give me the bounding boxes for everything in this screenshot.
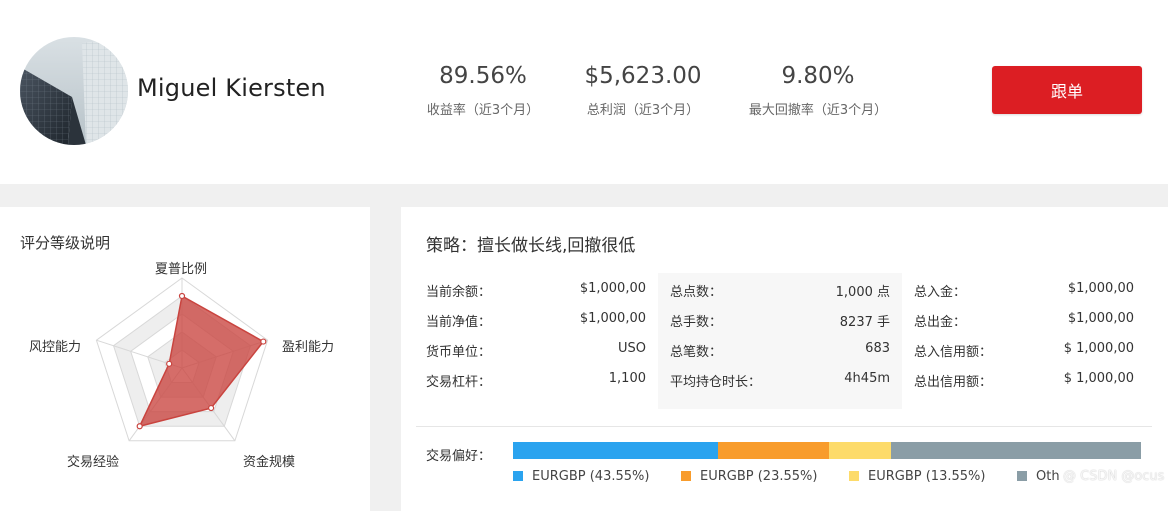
follow-trade-button[interactable]: 跟单 — [992, 66, 1142, 114]
radar-label-sharpe: 夏普比例 — [155, 262, 208, 277]
stat-val: 1,000 点 — [835, 285, 890, 300]
stat-value: 9.80% — [781, 63, 855, 89]
stat-return-rate: 89.56% 收益率（近3个月） — [418, 62, 548, 118]
legend-text: Oth — [1036, 469, 1060, 484]
legend-item: Oth — [1017, 469, 1060, 484]
stat-row: 交易杠杆： 1,100 — [426, 363, 646, 393]
stat-value: 89.56% — [439, 63, 527, 89]
divider — [416, 426, 1152, 427]
account-stats-col3: 总入金： $1,000,00 总出金： $1,000,00 总入信用额： $ 1,00… — [914, 273, 1134, 409]
trader-header-card: Miguel Kiersten 89.56% 收益率（近3个月） $5,623.… — [0, 0, 1168, 184]
preference-label: 交易偏好： — [426, 449, 492, 464]
stat-key: 货币单位： — [426, 345, 492, 360]
strategy-title: 策略：擅长做长线,回撤很低 — [426, 236, 636, 256]
stat-row: 总笔数： 683 — [670, 333, 890, 363]
stat-max-drawdown: 9.80% 最大回撤率（近3个月） — [738, 62, 898, 118]
stat-total-profit: $5,623.00 总利润（近3个月） — [578, 62, 708, 118]
preference-segment[interactable] — [828, 442, 891, 459]
avatar[interactable] — [20, 37, 128, 145]
preference-segment[interactable] — [890, 442, 1141, 459]
account-stats-col2: 总点数： 1,000 点 总手数： 8237 手 总笔数： 683 平均持仓时长： 4h… — [658, 273, 902, 409]
stat-key: 总笔数： — [670, 345, 723, 360]
stat-key: 当前净值： — [426, 315, 492, 330]
stat-val: $1,000,00 — [1067, 281, 1134, 296]
stat-row: 平均持仓时长： 4h45m — [670, 363, 890, 393]
stat-value: $5,623.00 — [584, 63, 702, 89]
stat-val: $ 1,000,00 — [1063, 341, 1134, 356]
stat-val: USO — [618, 341, 646, 356]
legend-swatch — [513, 471, 523, 481]
stat-row: 总手数： 8237 手 — [670, 303, 890, 333]
stat-row: 当前余额： $1,000,00 — [426, 273, 646, 303]
rating-card: 评分等级说明 夏普比例 盈利能力 资金规模 交易经验 风控能力 — [0, 207, 370, 511]
stat-label: 最大回撤率（近3个月） — [748, 103, 888, 118]
building-photo-avatar — [20, 37, 128, 145]
radar-point — [136, 423, 143, 430]
stat-row: 总出金： $1,000,00 — [914, 303, 1134, 333]
stat-label: 总利润（近3个月） — [586, 103, 700, 118]
radar-label-fund-size: 资金规模 — [243, 455, 296, 470]
stat-row: 总点数： 1,000 点 — [670, 273, 890, 303]
stat-key: 总入信用额： — [914, 345, 993, 360]
radar-label-experience: 交易经验 — [67, 455, 120, 470]
account-stats-col1: 当前余额： $1,000,00 当前净值： $1,000,00 货币单位： USO 交… — [426, 273, 646, 409]
radar-point — [166, 360, 173, 367]
radar-label-risk-control: 风控能力 — [29, 340, 82, 355]
stat-val: 683 — [865, 341, 890, 356]
legend-text: EURGBP (43.55%) — [532, 469, 650, 484]
stat-row: 总出信用额： $ 1,000,00 — [914, 363, 1134, 393]
stat-key: 总手数： — [670, 315, 723, 330]
stat-key: 总入金： — [914, 285, 967, 300]
stat-val: $1,000,00 — [1067, 311, 1134, 326]
stat-label: 收益率（近3个月） — [426, 103, 540, 118]
legend-item: EURGBP (13.55%) — [849, 469, 985, 484]
preference-segment[interactable] — [513, 442, 719, 459]
stat-val: $1,000,00 — [579, 281, 646, 296]
radar-point — [178, 292, 186, 300]
stat-key: 当前余额： — [426, 285, 492, 300]
legend-item: EURGBP (43.55%) — [513, 469, 649, 484]
stat-val: 8237 手 — [839, 315, 890, 330]
stat-key: 总出金： — [914, 315, 967, 330]
stat-row: 总入信用额： $ 1,000,00 — [914, 333, 1134, 363]
radar-label-profitability: 盈利能力 — [282, 340, 335, 355]
legend-swatch — [1017, 471, 1027, 481]
legend-swatch — [681, 471, 691, 481]
preference-bar — [513, 442, 1141, 459]
radar-point — [260, 338, 267, 345]
stat-val: 4h45m — [844, 371, 890, 386]
radar-point — [207, 404, 215, 412]
stat-key: 平均持仓时长： — [670, 375, 762, 390]
preference-segment[interactable] — [718, 442, 829, 459]
stat-val: 1,100 — [608, 371, 646, 386]
radar-chart — [95, 277, 269, 442]
stat-val: $ 1,000,00 — [1063, 371, 1134, 386]
legend-item: EURGBP (23.55%) — [681, 469, 817, 484]
stat-row: 当前净值： $1,000,00 — [426, 303, 646, 333]
watermark: @ CSDN @ocus — [1063, 469, 1165, 484]
account-card: 策略：擅长做长线,回撤很低 当前余额： $1,000,00 当前净值： $1,000… — [401, 207, 1168, 511]
trader-name: Miguel Kiersten — [137, 74, 326, 102]
stat-key: 总点数： — [670, 285, 723, 300]
stat-row: 总入金： $1,000,00 — [914, 273, 1134, 303]
stat-row: 货币单位： USO — [426, 333, 646, 363]
legend-text: EURGBP (13.55%) — [868, 469, 986, 484]
stat-key: 总出信用额： — [914, 375, 993, 390]
stat-key: 交易杠杆： — [426, 375, 492, 390]
legend-text: EURGBP (23.55%) — [700, 469, 818, 484]
stat-val: $1,000,00 — [579, 311, 646, 326]
legend-swatch — [849, 471, 859, 481]
